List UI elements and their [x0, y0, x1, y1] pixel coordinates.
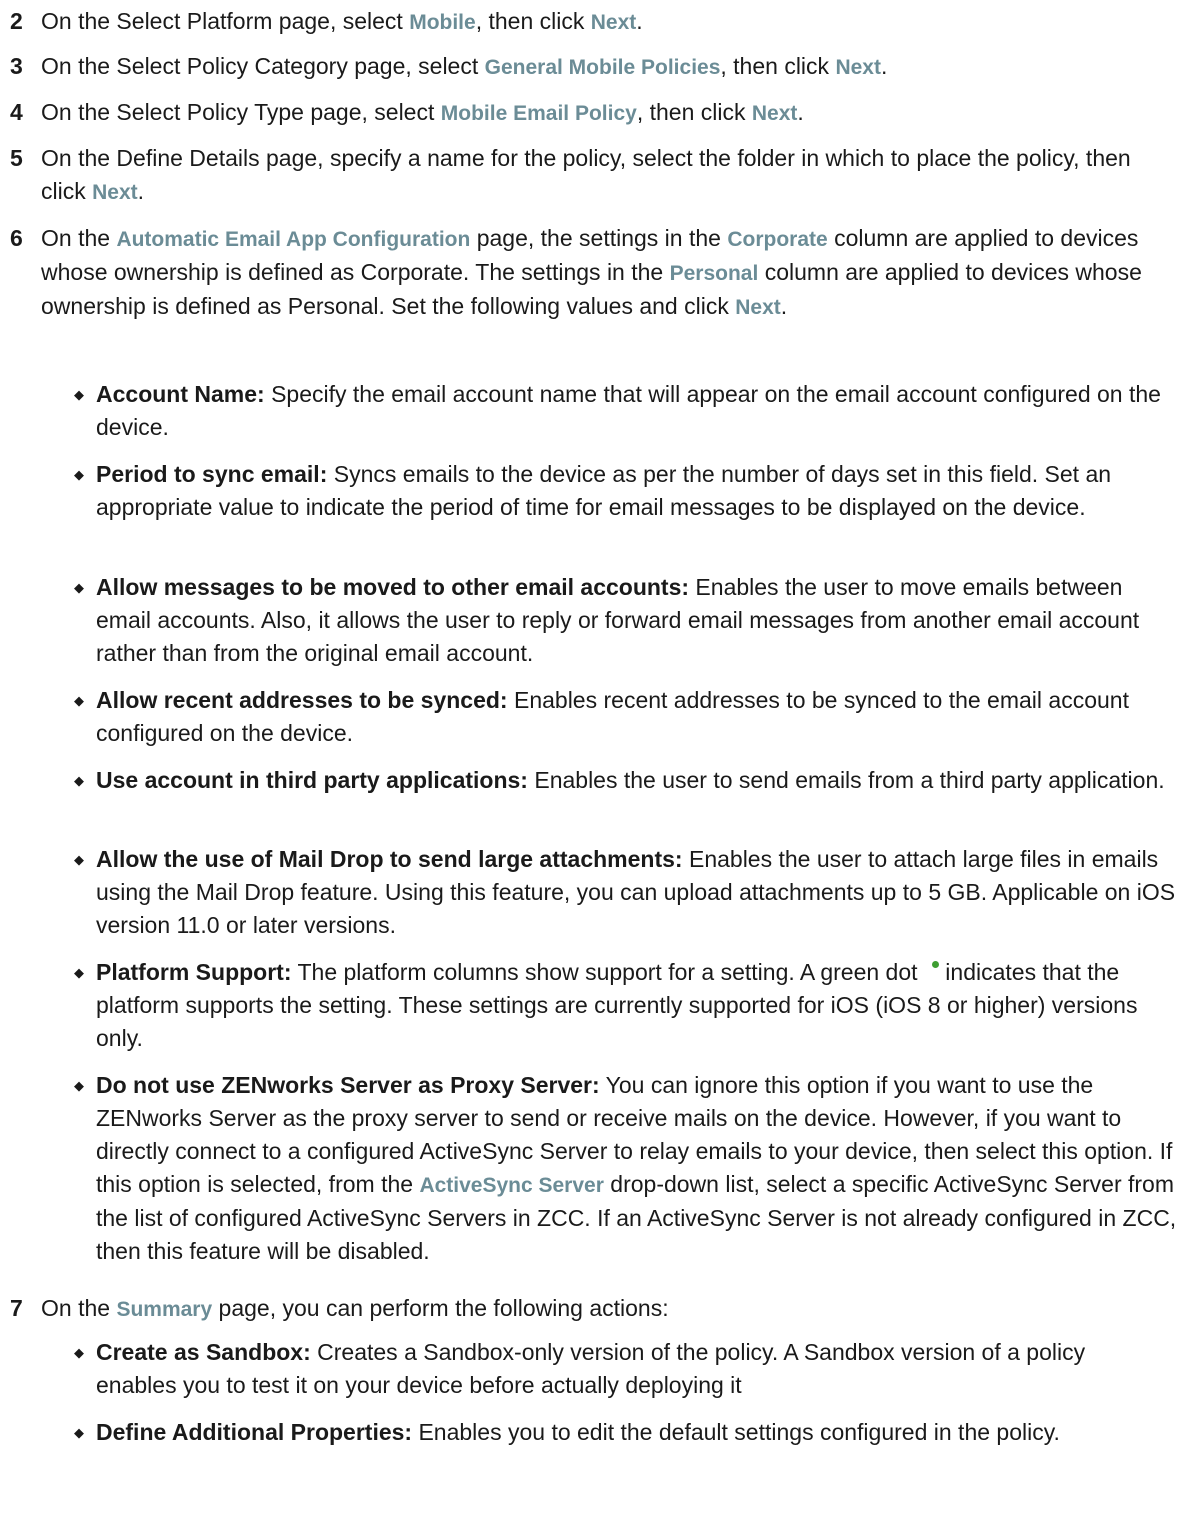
step-number: 3: [10, 53, 23, 79]
setting-term: Do not use ZENworks Server as Proxy Serv…: [96, 1072, 600, 1098]
step-text: On the Define Details page, specify a na…: [41, 145, 1131, 204]
step-7: 7 On the Summary page, you can perform t…: [0, 1292, 1180, 1326]
ui-term-next: Next: [835, 56, 881, 79]
diamond-bullet-icon: ◆: [74, 580, 84, 595]
ui-term-mobile: Mobile: [409, 11, 476, 34]
action-description: Enables you to edit the default settings…: [412, 1419, 1060, 1445]
ui-term-automatic-email-app-configuration: Automatic Email App Configuration: [116, 228, 471, 251]
list-item-allow-messages-moved: ◆ Allow messages to be moved to other em…: [40, 571, 1176, 670]
ui-term-mobile-email-policy: Mobile Email Policy: [440, 102, 637, 125]
step-number: 4: [10, 99, 23, 125]
step-text: On the Select Platform page, select Mobi…: [41, 8, 643, 34]
ui-term-corporate: Corporate: [727, 228, 828, 251]
setting-term: Period to sync email:: [96, 461, 328, 487]
list-item-account-name: ◆ Account Name: Specify the email accoun…: [40, 378, 1176, 444]
list-item-period-to-sync-email: ◆ Period to sync email: Syncs emails to …: [40, 458, 1180, 524]
diamond-bullet-icon: ◆: [74, 387, 84, 402]
ui-term-next: Next: [735, 296, 781, 319]
setting-description: The platform columns show support for a …: [291, 959, 924, 985]
document-page: 2 On the Select Platform page, select Mo…: [0, 0, 1180, 1529]
setting-description: Enables the user to send emails from a t…: [527, 767, 1165, 793]
setting-term: Allow messages to be moved to other emai…: [96, 574, 690, 600]
list-item-platform-support: ◆ Platform Support: The platform columns…: [40, 956, 1166, 1055]
step-number: 7: [10, 1295, 23, 1321]
list-item-mail-drop: ◆ Allow the use of Mail Drop to send lar…: [40, 843, 1180, 942]
step-4: 4 On the Select Policy Type page, select…: [0, 96, 1180, 130]
setting-term: Allow the use of Mail Drop to send large…: [96, 846, 683, 872]
step-text: On the Automatic Email App Configuration…: [41, 225, 1142, 319]
diamond-bullet-icon: ◆: [74, 773, 84, 788]
action-term: Create as Sandbox:: [96, 1339, 311, 1365]
diamond-bullet-icon: ◆: [74, 852, 84, 867]
step-text: On the Summary page, you can perform the…: [41, 1295, 669, 1321]
ui-term-next: Next: [590, 11, 637, 34]
diamond-bullet-icon: ◆: [74, 1078, 84, 1093]
step-3: 3 On the Select Policy Category page, se…: [0, 50, 1180, 84]
step-text: On the Select Policy Category page, sele…: [41, 53, 888, 79]
step-number: 6: [10, 225, 23, 251]
setting-term: Account Name:: [96, 381, 265, 407]
list-item-proxy-server: ◆ Do not use ZENworks Server as Proxy Se…: [40, 1069, 1180, 1268]
list-item-third-party-applications: ◆ Use account in third party application…: [40, 764, 1180, 797]
diamond-bullet-icon: ◆: [74, 467, 84, 482]
step-6: 6 On the Automatic Email App Configurati…: [0, 222, 1180, 324]
step-text: On the Select Policy Type page, select M…: [41, 99, 804, 125]
ui-term-activesync-server: ActiveSync Server: [419, 1174, 604, 1197]
ui-term-personal: Personal: [669, 262, 759, 285]
action-term: Define Additional Properties:: [96, 1419, 413, 1445]
diamond-bullet-icon: ◆: [74, 693, 84, 708]
step-5: 5 On the Define Details page, specify a …: [0, 142, 1180, 209]
diamond-bullet-icon: ◆: [74, 965, 84, 980]
ui-term-general-mobile-policies: General Mobile Policies: [484, 56, 721, 79]
list-item-define-additional-properties: ◆ Define Additional Properties: Enables …: [40, 1416, 1146, 1449]
setting-term: Allow recent addresses to be synced:: [96, 687, 508, 713]
step-number: 5: [10, 145, 23, 171]
green-dot-icon: [931, 961, 939, 968]
diamond-bullet-icon: ◆: [74, 1345, 84, 1360]
setting-term: Platform Support:: [96, 959, 292, 985]
ui-term-summary: Summary: [116, 1298, 213, 1321]
list-item-create-as-sandbox: ◆ Create as Sandbox: Creates a Sandbox-o…: [40, 1336, 1156, 1402]
diamond-bullet-icon: ◆: [74, 1425, 84, 1440]
ui-term-next: Next: [92, 181, 138, 204]
step-number: 2: [10, 8, 23, 34]
step-2: 2 On the Select Platform page, select Mo…: [0, 5, 1180, 39]
list-item-allow-recent-addresses: ◆ Allow recent addresses to be synced: E…: [40, 684, 1180, 750]
ui-term-next: Next: [751, 102, 798, 125]
setting-term: Use account in third party applications:: [96, 767, 528, 793]
